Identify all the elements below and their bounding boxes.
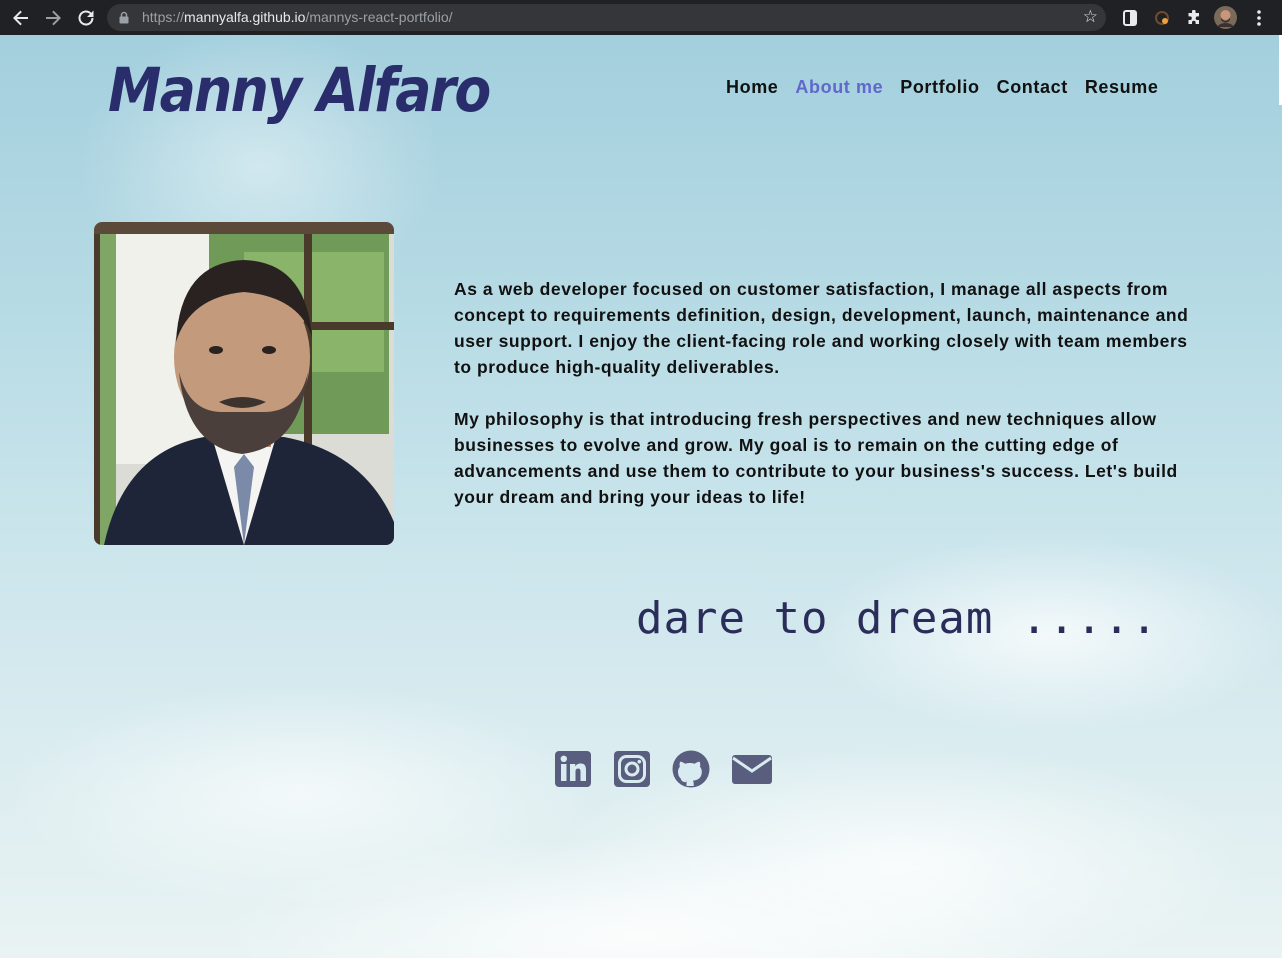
browser-toolbar: https://mannyalfa.github.io/mannys-react… [0,0,1282,35]
address-bar[interactable]: https://mannyalfa.github.io/mannys-react… [107,4,1106,31]
bookmark-star-icon[interactable]: ☆ [1083,9,1098,26]
extension-icon[interactable] [1152,8,1172,28]
nav-resume[interactable]: Resume [1085,77,1159,98]
nav-home[interactable]: Home [726,77,778,98]
about-text: As a web developer focused on customer s… [454,276,1194,510]
email-icon[interactable] [731,750,773,788]
url-host: mannyalfa.github.io [184,9,306,25]
reload-icon[interactable] [74,6,98,30]
url-path: /mannys-react-portfolio/ [305,9,453,25]
forward-icon[interactable] [41,6,65,30]
instagram-icon[interactable] [613,750,651,788]
site-logo[interactable]: Manny Alfaro [108,55,491,126]
nav-contact[interactable]: Contact [997,77,1068,98]
main-nav: Home About me Portfolio Contact Resume [726,77,1175,98]
puzzle-icon[interactable] [1184,8,1204,28]
about-paragraph: As a web developer focused on customer s… [454,279,1189,377]
nav-portfolio[interactable]: Portfolio [900,77,979,98]
profile-photo [94,222,394,545]
extension-icon[interactable] [1120,8,1140,28]
social-links [554,750,794,788]
github-icon[interactable] [672,750,710,788]
linkedin-icon[interactable] [554,750,592,788]
url-scheme: https:// [142,9,185,25]
lock-icon [119,11,129,29]
about-paragraph: My philosophy is that introducing fresh … [454,409,1178,507]
back-icon[interactable] [9,6,33,30]
profile-avatar[interactable] [1214,6,1237,29]
portfolio-page: Manny Alfaro Home About me Portfolio Con… [0,35,1282,958]
nav-about-me[interactable]: About me [795,77,883,98]
menu-icon[interactable] [1249,8,1269,28]
url-text[interactable]: https://mannyalfa.github.io/mannys-react… [142,9,453,25]
tagline: dare to dream ..... [636,593,1159,644]
